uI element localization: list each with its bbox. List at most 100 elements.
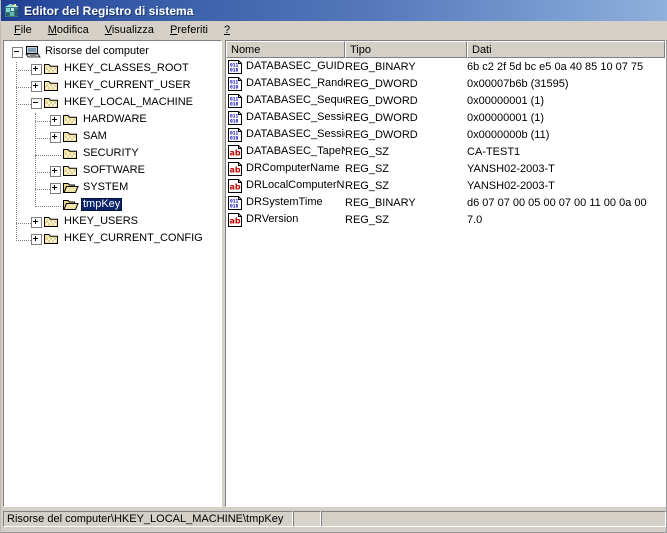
tree-node-sam[interactable]: SAM [4,128,221,145]
table-row[interactable]: ab DRComputerName REG_SZ YANSH02-2003-T [226,160,665,177]
tree-node-hkey-users[interactable]: HKEY_USERS [4,213,221,230]
tree-node-label: HKEY_LOCAL_MACHINE [64,96,193,108]
tree-node-label: SOFTWARE [83,164,145,176]
string-value-icon: ab [228,178,243,193]
folder-icon [63,147,79,161]
table-row[interactable]: 011010DATABASEC_Session...REG_DWORD 0x000… [226,109,665,126]
tree-node-label: HKEY_CURRENT_CONFIG [64,232,203,244]
value-type: REG_DWORD [345,77,418,90]
value-name: DRComputerName [246,162,340,174]
tree-node-hkey-local-machine[interactable]: HKEY_LOCAL_MACHINE [4,94,221,111]
svg-text:ab: ab [230,148,241,157]
tree-node-software[interactable]: SOFTWARE [4,162,221,179]
column-header-dati[interactable]: Dati [467,41,665,58]
expand-icon[interactable] [31,64,42,75]
value-name: DATABASEC_TapeName [246,145,345,157]
value-name: DRSystemTime [246,196,323,208]
value-data: YANSH02-2003-T [467,179,555,192]
folder-icon [63,130,79,144]
tree-node-label: SYSTEM [83,181,129,193]
value-name-cell[interactable]: ab DRComputerName [226,161,345,176]
values-list-pane[interactable]: Nome Tipo Dati 011 010 DATABASEC_GUID REG_BIN… [225,40,666,507]
folder-icon [44,232,60,246]
menu-modifica[interactable]: Modifica [40,22,97,39]
string-value-icon: ab [228,161,243,176]
value-name-cell[interactable]: ab DATABASEC_TapeName [226,144,345,159]
title-bar[interactable]: Editor del Registro di sistema [1,0,667,21]
value-name-cell[interactable]: ab DRLocalComputerName [226,178,345,193]
registry-tree: Risorse del computer HKEY_CLASSES_ROOT HKE… [4,43,221,247]
value-name: DATABASEC_RandomID [246,77,345,89]
tree-node-hkey-current-user[interactable]: HKEY_CURRENT_USER [4,77,221,94]
registry-tree-pane[interactable]: Risorse del computer HKEY_CLASSES_ROOT HKE… [3,40,222,507]
value-data: YANSH02-2003-T [467,162,555,175]
menu-help[interactable]: ? [216,22,238,39]
value-name-cell[interactable]: 011 010 DRSystemTime [226,195,345,210]
binary-value-icon: 011 010 [228,195,243,210]
value-data: d6 07 07 00 05 00 07 00 11 00 0a 00 [467,196,647,209]
folder-icon [44,96,60,110]
column-header-nome[interactable]: Nome [226,41,345,58]
expand-icon[interactable] [31,234,42,245]
menu-preferiti-label: referiti [177,24,208,36]
expand-icon[interactable] [50,132,61,143]
expand-icon[interactable] [50,115,61,126]
menu-preferiti[interactable]: Preferiti [162,22,216,39]
tree-node-hardware[interactable]: HARDWARE [4,111,221,128]
binary-value-icon: 011 010 [228,127,243,142]
svg-text:010: 010 [230,135,239,141]
value-name-cell[interactable]: 011010DATABASEC_Session... [226,110,345,125]
table-row[interactable]: ab DRVersion REG_SZ 7.0 [226,211,665,228]
expand-icon[interactable] [31,81,42,92]
value-name-cell[interactable]: 011 010 DATABASEC_GUID [226,59,345,74]
value-type: REG_SZ [345,162,390,175]
table-row[interactable]: 011 010 DRSystemTime REG_BINARY d6 07 07 00 … [226,194,665,211]
value-type: REG_SZ [345,145,390,158]
window-title: Editor del Registro di sistema [24,3,194,18]
status-segment-3 [321,511,666,527]
table-row[interactable]: ab DRLocalComputerNameREG_SZ YANSH02-2003-… [226,177,665,194]
expand-icon[interactable] [31,217,42,228]
table-row[interactable]: 011010DATABASEC_Sequen...REG_DWORD 0x0000… [226,92,665,109]
tree-node-hkey-classes-root[interactable]: HKEY_CLASSES_ROOT [4,60,221,77]
value-type: REG_DWORD [345,94,418,107]
table-row[interactable]: ab DATABASEC_TapeNameREG_SZ CA-TEST1 [226,143,665,160]
tree-node-label: SECURITY [83,147,139,159]
folder-icon [44,62,60,76]
value-type: REG_BINARY [345,60,416,73]
table-row[interactable]: 011 010 DATABASEC_GUID REG_BINARY 6b c2 2f 5… [226,58,665,75]
tree-node-tmpkey[interactable]: tmpKey [4,196,221,213]
string-value-icon: ab [228,212,243,227]
value-name: DRVersion [246,213,299,225]
value-name-cell[interactable]: 011010DATABASEC_SessionNo [226,127,345,142]
menu-visualizza[interactable]: Visualizza [97,22,162,39]
column-header-tipo[interactable]: Tipo [345,41,467,58]
svg-text:010: 010 [230,118,239,124]
collapse-icon[interactable] [12,47,23,58]
expand-icon[interactable] [50,183,61,194]
collapse-icon[interactable] [31,98,42,109]
value-name-cell[interactable]: 011010DATABASEC_Sequen... [226,93,345,108]
folder-open-icon [63,198,79,212]
value-name-cell[interactable]: 011010DATABASEC_RandomID [226,76,345,91]
svg-text:010: 010 [230,84,239,90]
expand-icon[interactable] [50,166,61,177]
table-row[interactable]: 011010DATABASEC_RandomIDREG_DWORD 0x00007… [226,75,665,92]
tree-node-risorse-del-computer[interactable]: Risorse del computer [4,43,221,60]
tree-node-hkey-current-config[interactable]: HKEY_CURRENT_CONFIG [4,230,221,247]
svg-text:ab: ab [230,165,241,174]
status-segment-2 [293,511,321,527]
tree-node-security[interactable]: SECURITY [4,145,221,162]
tree-node-system[interactable]: SYSTEM [4,179,221,196]
menu-help-label: ? [223,24,231,36]
value-name-cell[interactable]: ab DRVersion [226,212,345,227]
value-name: DATABASEC_Sequen... [246,94,345,106]
value-data: 7.0 [467,213,483,226]
value-data: 0x00007b6b (31595) [467,77,569,90]
svg-text:ab: ab [230,216,241,225]
menu-file-label: ile [20,24,32,36]
regedit-icon [4,3,20,19]
table-row[interactable]: 011010DATABASEC_SessionNoREG_DWORD 0x0000… [226,126,665,143]
tree-node-label: HKEY_CURRENT_USER [64,79,191,91]
menu-file[interactable]: File [6,22,40,39]
